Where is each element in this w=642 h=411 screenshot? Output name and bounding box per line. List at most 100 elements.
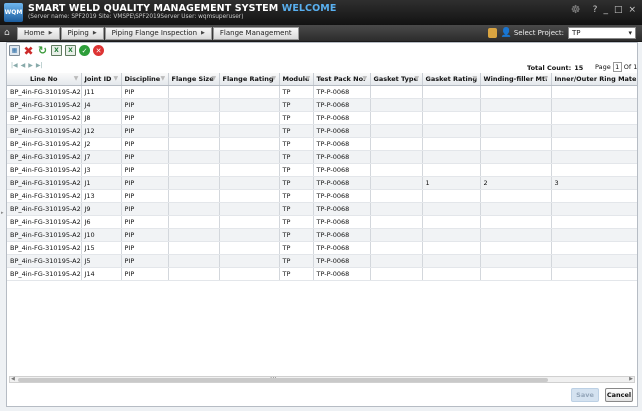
table-cell[interactable]: J12 [81, 124, 122, 138]
table-cell[interactable] [551, 163, 637, 177]
table-row[interactable]: BP_4in-FG-310195-A2BZJ9PIP TPTP-P-0068 [7, 202, 637, 216]
table-cell[interactable] [551, 215, 637, 229]
column-header[interactable]: Gasket Type ▼ [370, 73, 423, 86]
table-cell[interactable]: TP-P-0068 [313, 228, 371, 242]
table-cell[interactable]: PIP [121, 176, 169, 190]
table-cell[interactable] [480, 228, 552, 242]
table-cell[interactable]: PIP [121, 215, 169, 229]
table-cell[interactable] [219, 267, 280, 281]
table-cell[interactable] [480, 150, 552, 164]
breadcrumb-flange-management[interactable]: Flange Management [212, 27, 299, 40]
horizontal-scrollbar[interactable]: ◀ ··· ▶ [9, 374, 635, 383]
table-cell[interactable]: PIP [121, 150, 169, 164]
table-cell[interactable]: TP-P-0068 [313, 215, 371, 229]
table-cell[interactable] [551, 124, 637, 138]
table-cell[interactable]: BP_4in-FG-310195-A2BZ [7, 254, 82, 268]
table-cell[interactable]: TP-P-0068 [313, 124, 371, 138]
table-row[interactable]: BP_4in-FG-310195-A2BZJ15PIP TPTP-P-0068 [7, 241, 637, 255]
column-header[interactable]: Flange Size ▼ [168, 73, 220, 86]
table-cell[interactable] [168, 150, 220, 164]
column-header[interactable]: Inner/Outer Ring Mater▼ [551, 73, 637, 86]
table-cell[interactable] [551, 202, 637, 216]
table-cell[interactable] [370, 163, 423, 177]
filter-icon[interactable]: ▼ [544, 75, 549, 82]
table-cell[interactable]: TP [279, 85, 314, 99]
scrollbar-thumb[interactable] [18, 378, 548, 382]
excel-export-icon[interactable]: X [51, 45, 62, 56]
table-cell[interactable] [422, 150, 481, 164]
table-cell[interactable]: J4 [81, 98, 122, 112]
fingerprint-icon[interactable]: ☸ [571, 4, 581, 15]
table-row[interactable]: BP_4in-FG-310195-A2BZJ12PIP TPTP-P-0068 [7, 124, 637, 138]
table-cell[interactable] [370, 98, 423, 112]
table-cell[interactable]: BP_4in-FG-310195-A2BZ [7, 163, 82, 177]
table-cell[interactable]: J1 [81, 176, 122, 190]
column-header[interactable]: Discipline ▼ [121, 73, 169, 86]
table-cell[interactable] [168, 215, 220, 229]
table-cell[interactable] [370, 228, 423, 242]
table-cell[interactable] [168, 85, 220, 99]
table-cell[interactable] [551, 150, 637, 164]
table-cell[interactable]: BP_4in-FG-310195-A2BZ [7, 202, 82, 216]
table-cell[interactable]: BP_4in-FG-310195-A2BZ [7, 98, 82, 112]
table-cell[interactable] [219, 137, 280, 151]
table-cell[interactable]: J7 [81, 150, 122, 164]
column-header[interactable]: Winding-filler Mtl ▼ [480, 73, 552, 86]
table-cell[interactable] [422, 189, 481, 203]
table-cell[interactable] [219, 202, 280, 216]
save-button[interactable]: Save [571, 388, 599, 402]
table-cell[interactable] [370, 111, 423, 125]
column-header[interactable]: Module ▼ [279, 73, 314, 86]
table-cell[interactable] [168, 111, 220, 125]
filter-icon[interactable]: ▼ [212, 75, 217, 82]
table-cell[interactable] [422, 215, 481, 229]
table-cell[interactable]: TP [279, 150, 314, 164]
table-cell[interactable]: TP-P-0068 [313, 189, 371, 203]
table-cell[interactable]: PIP [121, 189, 169, 203]
filter-icon[interactable]: ▼ [161, 75, 166, 82]
table-cell[interactable] [422, 137, 481, 151]
column-header[interactable]: Line No ▼ [7, 73, 82, 86]
reject-icon[interactable]: ✕ [93, 45, 104, 56]
table-cell[interactable] [551, 228, 637, 242]
table-cell[interactable] [168, 176, 220, 190]
table-cell[interactable] [422, 267, 481, 281]
table-cell[interactable] [370, 189, 423, 203]
cancel-button[interactable]: Cancel [605, 388, 633, 402]
filter-icon[interactable]: ▼ [415, 75, 420, 82]
table-row[interactable]: BP_4in-FG-310195-A2BZJ3PIP TPTP-P-0068 [7, 163, 637, 177]
table-cell[interactable] [168, 124, 220, 138]
table-cell[interactable] [551, 85, 637, 99]
table-cell[interactable] [551, 189, 637, 203]
table-cell[interactable]: BP_4in-FG-310195-A2BZ [7, 228, 82, 242]
table-cell[interactable] [168, 228, 220, 242]
delete-icon[interactable]: ✖ [23, 44, 34, 58]
table-row[interactable]: BP_4in-FG-310195-A2BZJ13PIP TPTP-P-0068 [7, 189, 637, 203]
column-header[interactable]: Test Pack No. ▼ [313, 73, 371, 86]
table-cell[interactable]: TP [279, 228, 314, 242]
table-cell[interactable]: PIP [121, 254, 169, 268]
table-cell[interactable]: TP [279, 267, 314, 281]
table-cell[interactable] [370, 124, 423, 138]
table-cell[interactable]: BP_4in-FG-310195-A2BZ [7, 189, 82, 203]
table-cell[interactable]: TP [279, 202, 314, 216]
table-cell[interactable]: PIP [121, 98, 169, 112]
filter-icon[interactable]: ▼ [306, 75, 311, 82]
grid-settings-icon[interactable]: ▦ [9, 45, 20, 56]
table-cell[interactable] [480, 124, 552, 138]
table-cell[interactable] [551, 98, 637, 112]
table-cell[interactable] [370, 241, 423, 255]
table-cell[interactable]: TP [279, 241, 314, 255]
table-row[interactable]: BP_4in-FG-310195-A2BZJ8PIP TPTP-P-0068 [7, 111, 637, 125]
breadcrumb-flange-inspection[interactable]: Piping Flange Inspection ▶ [104, 27, 212, 40]
table-cell[interactable] [370, 176, 423, 190]
table-cell[interactable]: 2 [480, 176, 552, 190]
table-cell[interactable] [168, 189, 220, 203]
scroll-right-icon[interactable]: ▶ [629, 376, 633, 382]
table-cell[interactable] [219, 254, 280, 268]
table-cell[interactable] [480, 254, 552, 268]
filter-icon[interactable]: ▼ [114, 75, 119, 82]
table-cell[interactable]: J2 [81, 137, 122, 151]
table-row[interactable]: BP_4in-FG-310195-A2BZJ10PIP TPTP-P-0068 [7, 228, 637, 242]
table-cell[interactable] [551, 241, 637, 255]
